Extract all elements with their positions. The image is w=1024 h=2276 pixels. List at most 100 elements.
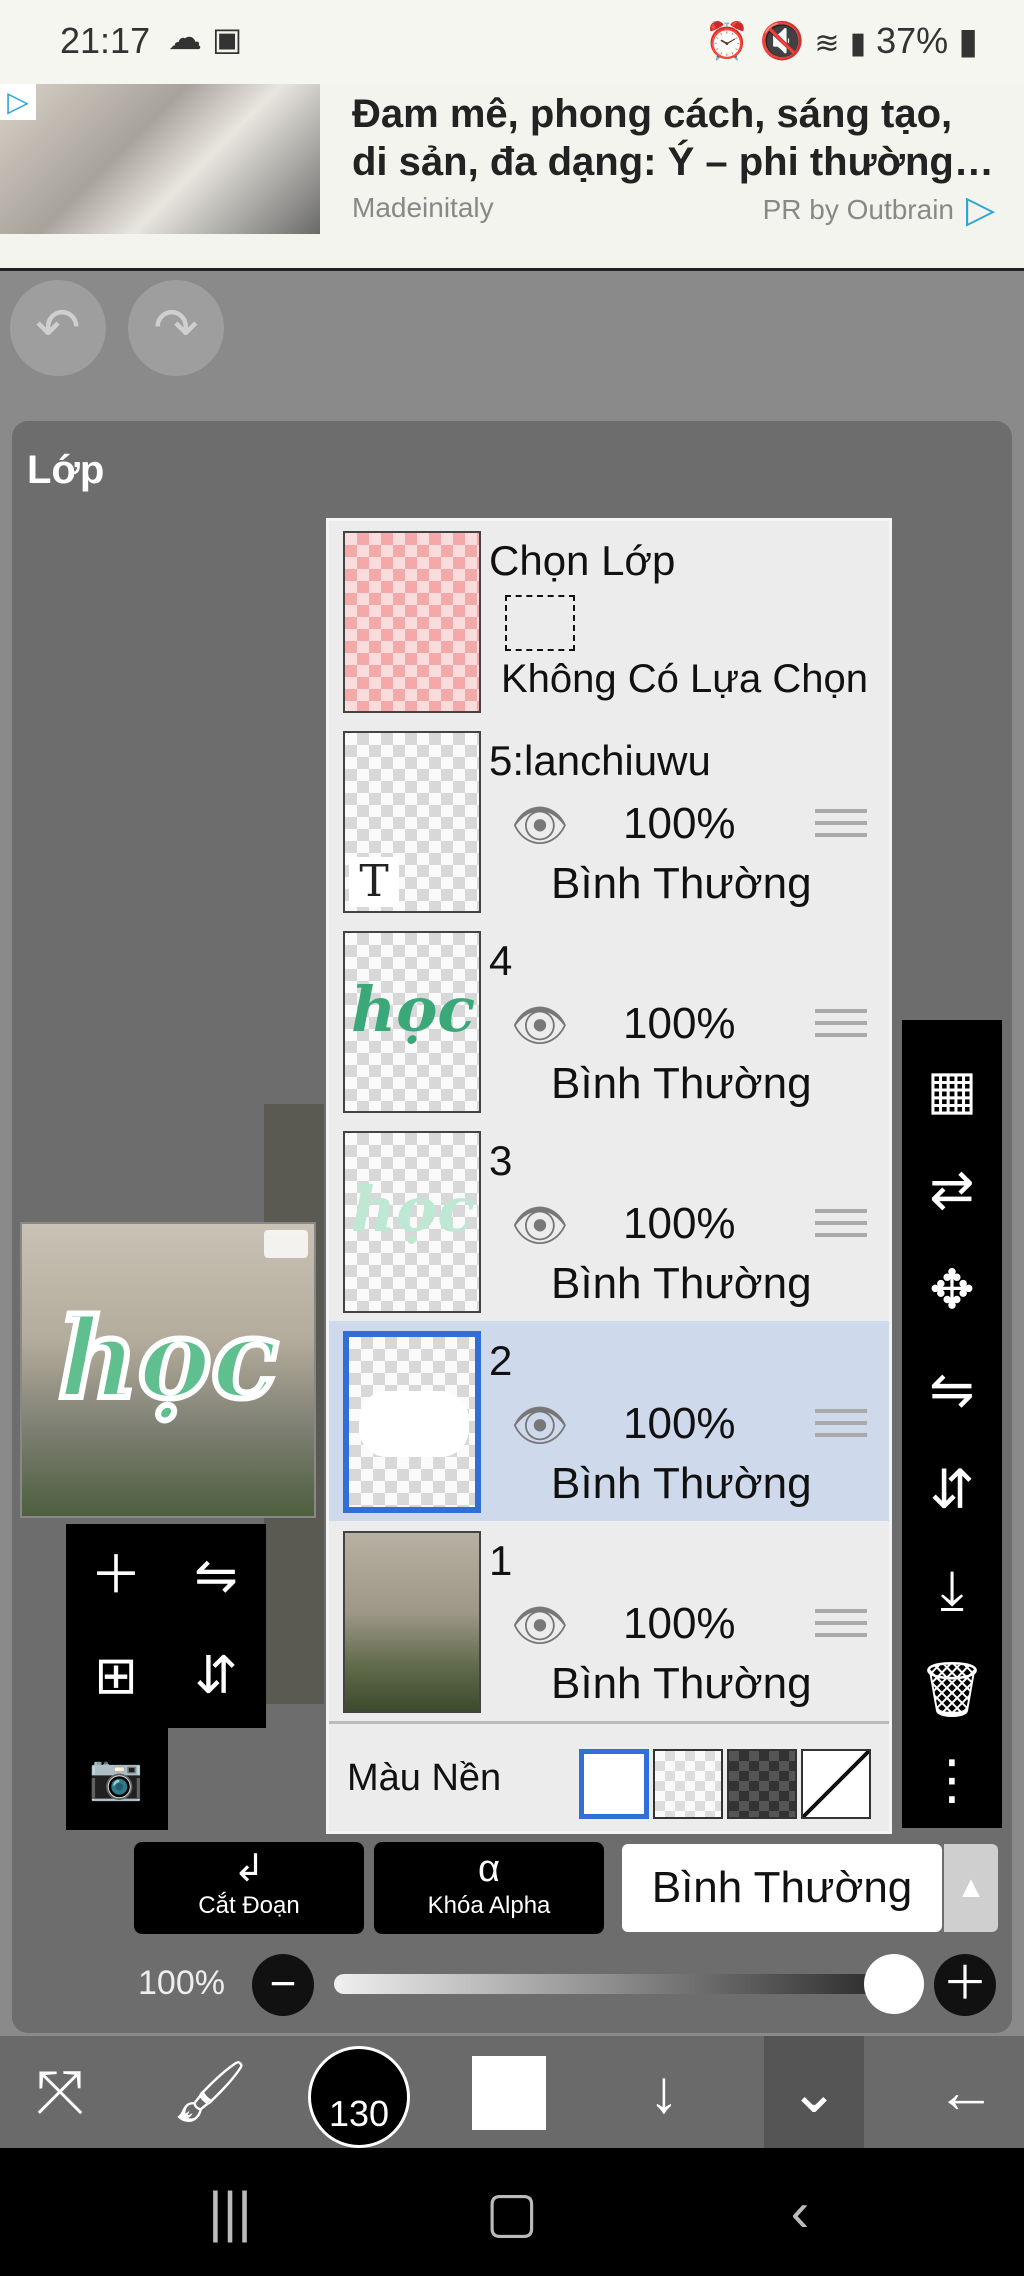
lock-icon: α [478, 1848, 500, 1890]
ad-pr-label[interactable]: PR by Outbrain [763, 194, 954, 226]
battery-icon: ▮ [958, 20, 978, 61]
ad-banner[interactable]: ▷ Đam mê, phong cách, sáng tạo, di sản, … [0, 84, 1024, 271]
layers-list: Chọn Lớp Không Có Lựa Chọn T 5:lanchiuwu… [326, 518, 892, 1834]
blend-mode-select[interactable]: Bình Thường [622, 1844, 942, 1932]
bg-transparent-dark-swatch[interactable] [727, 1749, 797, 1819]
white-shape [359, 1391, 469, 1457]
checkerboard-icon[interactable]: ▦ [902, 1040, 1002, 1140]
drag-handle-icon[interactable] [815, 1409, 867, 1443]
alpha-lock-label: Khóa Alpha [427, 1892, 551, 1919]
ad-image[interactable] [0, 84, 320, 234]
layer-name: 5:lanchiuwu [489, 737, 711, 784]
status-right: ⏰ 🔇 ≋ ▮ 37% ▮ [705, 20, 978, 62]
status-bar: 21:17 ☁ ▣ ⏰ 🔇 ≋ ▮ 37% ▮ [0, 0, 1024, 84]
color-swatch-button[interactable] [472, 2056, 546, 2130]
ad-choices-icon[interactable]: ▷ [0, 84, 36, 120]
layers-toggle-icon[interactable]: ⌄ [764, 2036, 864, 2148]
flip-vertical-icon[interactable]: ⇵ [166, 1626, 266, 1726]
clipping-label: Cắt Đoạn [198, 1892, 300, 1919]
transform-tool-icon[interactable]: ⤧ [10, 2036, 110, 2148]
layer-blend: Bình Thường [551, 1459, 812, 1508]
add-copy-icon[interactable]: ⊞ [66, 1626, 166, 1726]
opacity-slider-track[interactable] [334, 1974, 910, 1994]
home-icon[interactable]: ▢ [452, 2148, 572, 2276]
selection-marquee-icon [505, 595, 575, 651]
system-nav-bar: ||| ▢ ‹ [0, 2148, 1024, 2276]
down-arrow-icon[interactable]: ↓ [614, 2036, 714, 2148]
undo-button[interactable]: ↶ [10, 280, 106, 376]
back-arrow-icon[interactable]: ← [916, 2036, 1016, 2148]
bg-white-swatch[interactable] [579, 1749, 649, 1819]
merge-down-icon[interactable]: ⤓ [902, 1540, 1002, 1640]
opacity-minus-button[interactable]: − [252, 1954, 314, 2016]
text-layer-icon: T [349, 857, 399, 907]
selection-layer-row[interactable]: Chọn Lớp Không Có Lựa Chọn [329, 521, 889, 724]
trash-icon[interactable]: 🗑 [902, 1640, 1002, 1740]
drag-handle-icon[interactable] [815, 809, 867, 843]
recent-apps-icon[interactable]: ||| [170, 2148, 290, 2276]
back-icon[interactable]: ‹ [740, 2148, 860, 2276]
left-tool-box: ＋ ⇋ ⊞ ⇵ 📷 [66, 1524, 266, 1830]
background-color-row: Màu Nền [329, 1727, 889, 1831]
move-icon[interactable]: ✥ [902, 1240, 1002, 1340]
blend-arrow-icon[interactable]: ▲ [944, 1844, 998, 1932]
layer-name: 1 [489, 1537, 513, 1584]
bg-none-swatch[interactable] [801, 1749, 871, 1819]
more-icon[interactable]: ⋮ [902, 1730, 1002, 1830]
layer-row-5[interactable]: T 5:lanchiuwu 👁 100% Bình Thường [329, 721, 889, 924]
outbrain-icon[interactable]: ▷ [966, 188, 1010, 232]
selection-layer-title: Chọn Lớp [489, 537, 676, 584]
drag-handle-icon[interactable] [815, 1209, 867, 1243]
camera-icon[interactable]: 📷 [66, 1728, 166, 1828]
gallery-icon: ▣ [212, 21, 243, 57]
layer-thumbnail: T [343, 731, 481, 913]
add-layer-icon[interactable]: ＋ [66, 1526, 166, 1626]
flip-horizontal-icon[interactable]: ⇋ [166, 1526, 266, 1626]
visibility-eye-icon[interactable]: 👁 [505, 1202, 575, 1248]
brush-size-button[interactable]: 130 [308, 2046, 410, 2148]
battery-percent: 37% [876, 20, 949, 61]
mute-icon: 🔇 [759, 20, 805, 61]
selection-status: Không Có Lựa Chọn [501, 657, 869, 701]
thumb-word: học [351, 973, 476, 1046]
layer-row-3[interactable]: học 3 👁 100% Bình Thường [329, 1121, 889, 1324]
cloud-icon: ☁ [168, 19, 202, 57]
selection-thumbnail [343, 531, 481, 713]
ad-source: Madeinitaly [352, 192, 494, 223]
drag-handle-icon[interactable] [815, 1609, 867, 1643]
visibility-eye-icon[interactable]: 👁 [505, 1402, 575, 1448]
layer-name: 2 [489, 1337, 513, 1384]
layer-blend: Bình Thường [551, 859, 812, 908]
opacity-plus-button[interactable]: ＋ [934, 1954, 996, 2016]
watermark-sticker [264, 1230, 308, 1258]
background-label: Màu Nền [347, 1757, 502, 1799]
clipping-button[interactable]: ↲ Cắt Đoạn [134, 1842, 364, 1934]
layer-opacity: 100% [623, 1399, 736, 1448]
layer-opacity: 100% [623, 1599, 736, 1648]
layer-opacity: 100% [623, 799, 736, 848]
visibility-eye-icon[interactable]: 👁 [505, 1002, 575, 1048]
canvas-preview[interactable]: học [20, 1222, 316, 1518]
layer-row-1[interactable]: 1 👁 100% Bình Thường [329, 1521, 889, 1724]
alpha-lock-button[interactable]: α Khóa Alpha [374, 1842, 604, 1934]
swap-layer-icon[interactable]: ⇄ [902, 1140, 1002, 1240]
drag-handle-icon[interactable] [815, 1009, 867, 1043]
flip-vertical-icon[interactable]: ⇵ [902, 1440, 1002, 1540]
panel-title: Lớp [27, 448, 105, 492]
visibility-eye-icon[interactable]: 👁 [505, 802, 575, 848]
ad-headline[interactable]: Đam mê, phong cách, sáng tạo, di sản, đa… [352, 90, 1012, 186]
layer-row-4[interactable]: học 4 👁 100% Bình Thường [329, 921, 889, 1124]
alarm-icon: ⏰ [704, 20, 750, 61]
redo-button[interactable]: ↷ [128, 280, 224, 376]
layer-blend: Bình Thường [551, 1059, 812, 1108]
layer-thumbnail [343, 1331, 481, 1513]
visibility-eye-icon[interactable]: 👁 [505, 1602, 575, 1648]
opacity-slider-knob[interactable] [864, 1954, 924, 2014]
bg-transparent-light-swatch[interactable] [653, 1749, 723, 1819]
wifi-icon: ≋ [814, 27, 840, 60]
brush-icon[interactable]: 🖌 [160, 2036, 260, 2148]
layer-thumbnail: học [343, 1131, 481, 1313]
flip-horizontal-icon[interactable]: ⇋ [902, 1340, 1002, 1440]
layer-opacity: 100% [623, 1199, 736, 1248]
layer-row-2-selected[interactable]: 2 👁 100% Bình Thường [329, 1321, 889, 1524]
